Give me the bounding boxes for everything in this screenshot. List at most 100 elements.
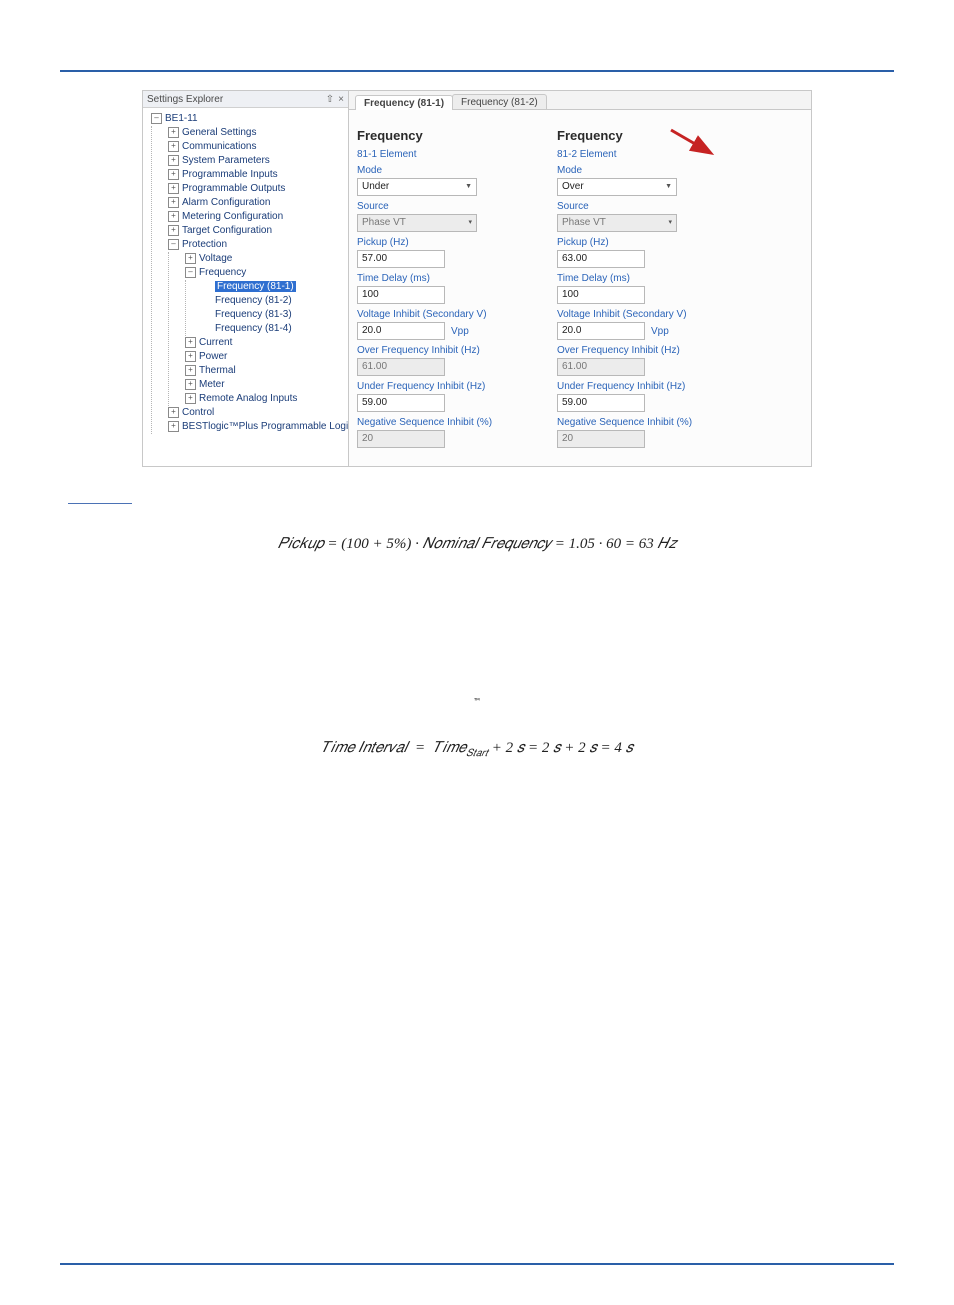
tree-expand-icon[interactable]: + bbox=[168, 225, 179, 236]
mode-dropdown[interactable]: Over▼ bbox=[557, 178, 677, 196]
tree-f81-1[interactable]: Frequency (81-1) bbox=[215, 281, 296, 292]
ufinh-field[interactable]: 59.00 bbox=[357, 394, 445, 412]
tree-expand-icon[interactable]: + bbox=[185, 253, 196, 264]
tree-expand-icon[interactable]: + bbox=[185, 351, 196, 362]
tree-expand-icon[interactable]: + bbox=[185, 365, 196, 376]
tabstrip: Frequency (81-1) Frequency (81-2) bbox=[349, 91, 811, 110]
tree-progoutputs[interactable]: Programmable Outputs bbox=[182, 183, 285, 194]
delay-field[interactable]: 100 bbox=[557, 286, 645, 304]
mode-label: Mode bbox=[557, 165, 727, 176]
tree-expand-icon[interactable]: + bbox=[185, 393, 196, 404]
tree-collapse-icon[interactable]: – bbox=[168, 239, 179, 250]
workspace: Frequency (81-1) Frequency (81-2) bbox=[349, 91, 811, 466]
settings-explorer-header: Settings Explorer ⇧ × bbox=[143, 91, 348, 108]
mode-dropdown[interactable]: Under▼ bbox=[357, 178, 477, 196]
tree-expand-icon[interactable]: + bbox=[168, 183, 179, 194]
mode-label: Mode bbox=[357, 165, 527, 176]
source-dropdown: Phase VT▾ bbox=[357, 214, 477, 232]
ofinh-field: 61.00 bbox=[357, 358, 445, 376]
tree-proginputs[interactable]: Programmable Inputs bbox=[182, 169, 278, 180]
panel-81-2: Frequency 81-2 Element Mode Over▼ Source… bbox=[557, 128, 727, 448]
tree-comm[interactable]: Communications bbox=[182, 141, 256, 152]
tree-thermal[interactable]: Thermal bbox=[199, 365, 236, 376]
pickup-field[interactable]: 63.00 bbox=[557, 250, 645, 268]
tree-expand-icon[interactable]: + bbox=[168, 169, 179, 180]
tree-expand-icon[interactable]: + bbox=[185, 337, 196, 348]
tree-f81-2[interactable]: Frequency (81-2) bbox=[215, 295, 292, 306]
pickup-field[interactable]: 57.00 bbox=[357, 250, 445, 268]
ofinh-label: Over Frequency Inhibit (Hz) bbox=[357, 345, 527, 356]
tree-f81-4[interactable]: Frequency (81-4) bbox=[215, 323, 292, 334]
tree-current[interactable]: Current bbox=[199, 337, 232, 348]
ufinh-field[interactable]: 59.00 bbox=[557, 394, 645, 412]
tree-protection[interactable]: Protection bbox=[182, 239, 227, 250]
tree-alarmconfig[interactable]: Alarm Configuration bbox=[182, 197, 270, 208]
equation-pickup: 𝑃𝑖𝑐𝑘𝑢𝑝 = (100 + 5%) · 𝑁𝑜𝑚𝑖𝑛𝑎𝑙 𝐹𝑟𝑒𝑞𝑢𝑒𝑛𝑐𝑦 … bbox=[70, 534, 884, 554]
ofinh-label: Over Frequency Inhibit (Hz) bbox=[557, 345, 727, 356]
tm-mark: ™ bbox=[474, 696, 480, 707]
page-top-rule bbox=[60, 70, 894, 72]
tree-voltage[interactable]: Voltage bbox=[199, 253, 232, 264]
pickup-label: Pickup (Hz) bbox=[357, 237, 527, 248]
tab-81-2[interactable]: Frequency (81-2) bbox=[452, 94, 547, 109]
neg-field: 20 bbox=[557, 430, 645, 448]
source-label: Source bbox=[357, 201, 527, 212]
tree-f81-3[interactable]: Frequency (81-3) bbox=[215, 309, 292, 320]
panel-subtitle: 81-1 Element bbox=[357, 149, 527, 160]
panel-subtitle: 81-2 Element bbox=[557, 149, 727, 160]
tree-meter[interactable]: Meter bbox=[199, 379, 225, 390]
pickup-label: Pickup (Hz) bbox=[557, 237, 727, 248]
vinh-field[interactable]: 20.0 bbox=[357, 322, 445, 340]
close-icon[interactable]: × bbox=[338, 94, 344, 105]
vinh-unit: Vpp bbox=[451, 326, 469, 337]
neg-label: Negative Sequence Inhibit (%) bbox=[557, 417, 727, 428]
equation-timeinterval: 𝑇𝑖𝑚𝑒 𝐼𝑛𝑡𝑒𝑟𝑣𝑎𝑙 = 𝑇𝑖𝑚𝑒𝑆𝑡𝑎𝑟𝑡 + 2 𝑠 = 2 𝑠 + … bbox=[70, 738, 884, 761]
tree-expand-icon[interactable]: + bbox=[168, 155, 179, 166]
chevron-down-icon: ▾ bbox=[468, 216, 472, 230]
tree-control[interactable]: Control bbox=[182, 407, 214, 418]
tree-expand-icon[interactable]: + bbox=[168, 127, 179, 138]
tree-general[interactable]: General Settings bbox=[182, 127, 257, 138]
ufinh-label: Under Frequency Inhibit (Hz) bbox=[557, 381, 727, 392]
tree-expand-icon[interactable]: + bbox=[168, 197, 179, 208]
neg-label: Negative Sequence Inhibit (%) bbox=[357, 417, 527, 428]
settings-explorer-title: Settings Explorer bbox=[147, 94, 223, 105]
vinh-label: Voltage Inhibit (Secondary V) bbox=[557, 309, 727, 320]
source-label: Source bbox=[557, 201, 727, 212]
tree-remoteanalog[interactable]: Remote Analog Inputs bbox=[199, 393, 297, 404]
delay-label: Time Delay (ms) bbox=[357, 273, 527, 284]
document-body: 𝑃𝑖𝑐𝑘𝑢𝑝 = (100 + 5%) · 𝑁𝑜𝑚𝑖𝑛𝑎𝑙 𝐹𝑟𝑒𝑞𝑢𝑒𝑛𝑐𝑦 … bbox=[70, 534, 884, 760]
tree-collapse-icon[interactable]: – bbox=[185, 267, 196, 278]
tree-metering[interactable]: Metering Configuration bbox=[182, 211, 283, 222]
tree-power[interactable]: Power bbox=[199, 351, 227, 362]
chevron-down-icon: ▼ bbox=[665, 180, 672, 194]
tree-frequency[interactable]: Frequency bbox=[199, 267, 246, 278]
source-dropdown: Phase VT▾ bbox=[557, 214, 677, 232]
tree-expand-icon[interactable]: + bbox=[168, 421, 179, 432]
panel-heading: Frequency bbox=[357, 128, 527, 143]
ufinh-label: Under Frequency Inhibit (Hz) bbox=[357, 381, 527, 392]
bestcoms-screenshot: Settings Explorer ⇧ × –BE1-11 +General S… bbox=[142, 90, 812, 467]
settings-tree[interactable]: –BE1-11 +General Settings +Communication… bbox=[143, 108, 348, 444]
ofinh-field: 61.00 bbox=[557, 358, 645, 376]
tree-targetconfig[interactable]: Target Configuration bbox=[182, 225, 272, 236]
vinh-unit: Vpp bbox=[651, 326, 669, 337]
vinh-field[interactable]: 20.0 bbox=[557, 322, 645, 340]
tree-sysparam[interactable]: System Parameters bbox=[182, 155, 270, 166]
tree-expand-icon[interactable]: + bbox=[168, 211, 179, 222]
settings-explorer-panel: Settings Explorer ⇧ × –BE1-11 +General S… bbox=[143, 91, 349, 466]
tree-expand-icon[interactable]: + bbox=[168, 407, 179, 418]
tree-collapse-icon[interactable]: – bbox=[151, 113, 162, 124]
chevron-down-icon: ▼ bbox=[465, 180, 472, 194]
pin-icon[interactable]: ⇧ bbox=[326, 94, 334, 105]
tree-expand-icon[interactable]: + bbox=[168, 141, 179, 152]
tree-bestlogic[interactable]: BESTlogic™Plus Programmable Logic bbox=[182, 421, 348, 432]
delay-field[interactable]: 100 bbox=[357, 286, 445, 304]
tab-81-1[interactable]: Frequency (81-1) bbox=[355, 95, 453, 110]
panel-heading: Frequency bbox=[557, 128, 727, 143]
page-bottom-rule bbox=[60, 1263, 894, 1265]
chevron-down-icon: ▾ bbox=[668, 216, 672, 230]
neg-field: 20 bbox=[357, 430, 445, 448]
tree-expand-icon[interactable]: + bbox=[185, 379, 196, 390]
tree-root[interactable]: BE1-11 bbox=[165, 113, 198, 124]
